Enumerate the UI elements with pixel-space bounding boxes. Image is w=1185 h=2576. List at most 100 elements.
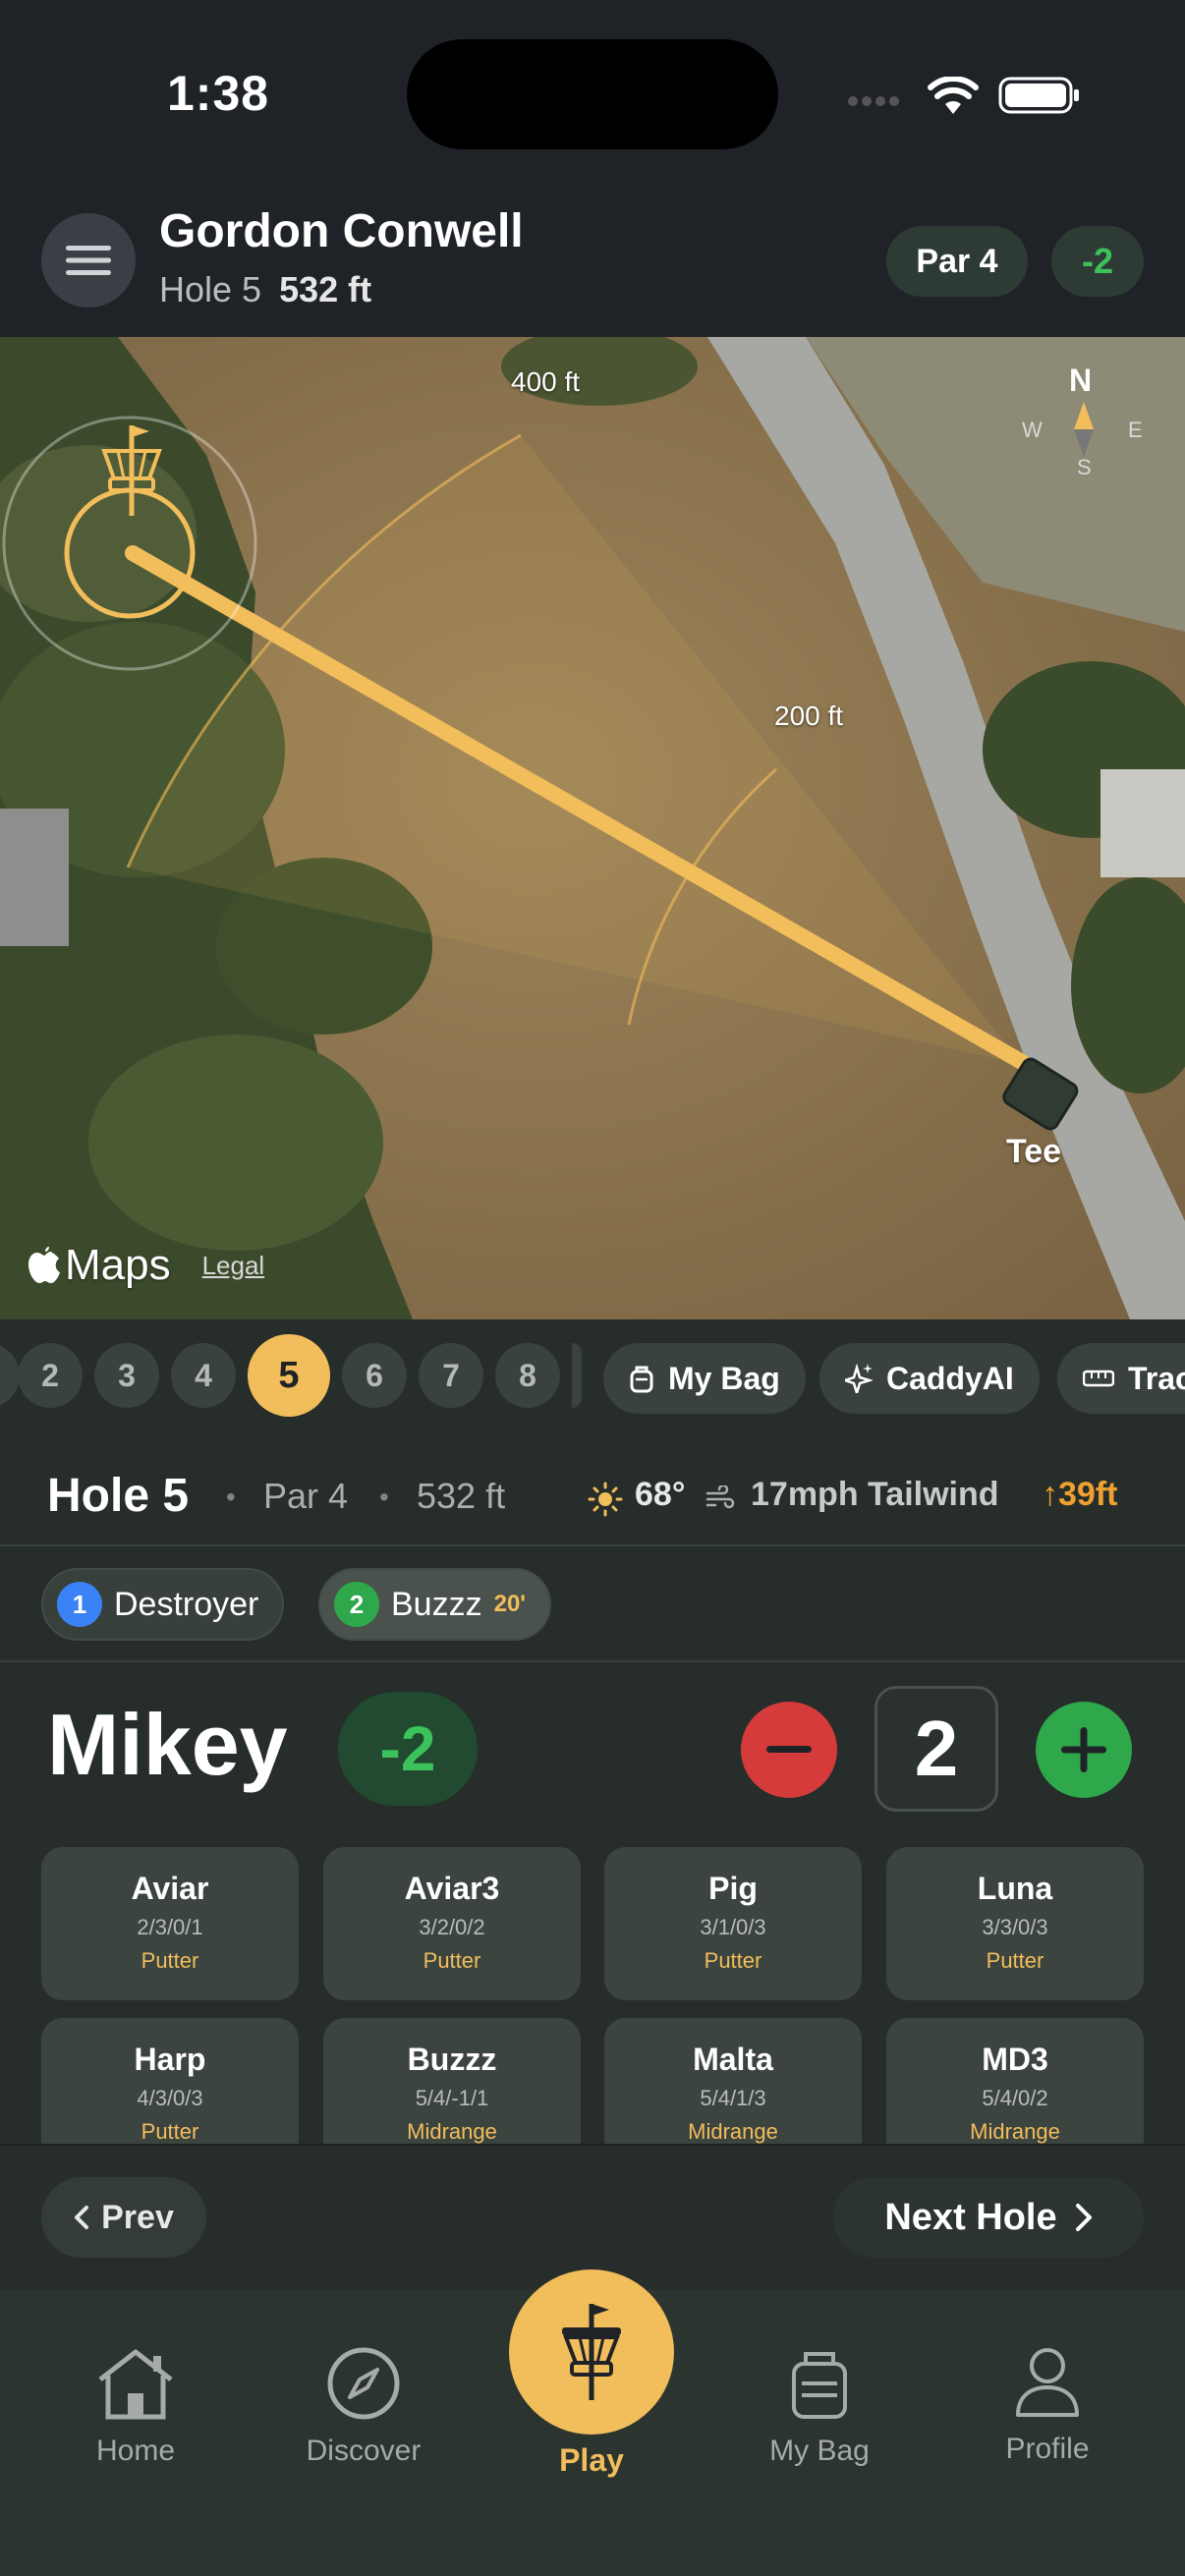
separator-dot: •	[379, 1482, 389, 1512]
disc-type: Midrange	[407, 2119, 497, 2144]
disc-type: Putter	[141, 1948, 199, 1973]
disc-card-md3[interactable]: MD3 5/4/0/2 Midrange	[886, 2018, 1144, 2144]
disc-type: Midrange	[970, 2119, 1060, 2144]
player-name: Mikey	[47, 1696, 288, 1793]
hole-subtitle: Hole 5 532 ft	[159, 269, 371, 310]
hole-button-3[interactable]: 3	[94, 1343, 159, 1408]
disc-type: Putter	[423, 1948, 481, 1973]
wifi-icon	[928, 76, 979, 121]
hole-info-par: Par 4	[263, 1476, 349, 1516]
sun-icon	[588, 1482, 623, 1522]
compass-icon	[327, 2347, 400, 2420]
chevron-right-icon	[1075, 2204, 1092, 2231]
hole-button-4[interactable]: 4	[171, 1343, 236, 1408]
tab-profile-label: Profile	[1005, 2433, 1090, 2465]
compass-west: W	[1022, 418, 1043, 442]
disc-flight: 2/3/0/1	[137, 1915, 203, 1939]
increment-stroke-button[interactable]	[1036, 1702, 1132, 1798]
tab-my-bag-label: My Bag	[769, 2435, 870, 2467]
tab-play[interactable]	[509, 2269, 674, 2435]
disc-flight: 3/2/0/2	[419, 1915, 485, 1939]
disc-card-aviar3[interactable]: Aviar3 3/2/0/2 Putter	[323, 1847, 581, 2000]
disc-name: Buzzz	[407, 2042, 497, 2077]
par-badge: Par 4	[886, 226, 1028, 297]
tab-discover-label: Discover	[306, 2435, 422, 2467]
throw-chip-1[interactable]: 1 Destroyer	[41, 1568, 285, 1641]
disc-type: Putter	[704, 1948, 762, 1973]
plus-icon	[1061, 1727, 1106, 1772]
tee-label: Tee	[1006, 1133, 1062, 1170]
compass-needle-icon	[1074, 402, 1094, 457]
hamburger-icon	[66, 246, 111, 275]
maps-attribution: Maps Legal	[28, 1241, 264, 1290]
disc-type: Midrange	[688, 2119, 778, 2144]
throw-number-badge: 1	[57, 1582, 102, 1627]
throw-number-badge: 2	[334, 1582, 379, 1627]
course-name: Gordon Conwell	[159, 205, 524, 257]
apple-logo-icon	[28, 1247, 60, 1283]
maps-wordmark: Maps	[65, 1241, 171, 1289]
disc-card-luna[interactable]: Luna 3/3/0/3 Putter	[886, 1847, 1144, 2000]
hole-button-1[interactable]	[0, 1343, 20, 1408]
hole-info-title: Hole 5	[47, 1470, 190, 1522]
compass-east: E	[1128, 418, 1143, 442]
tab-home-label: Home	[95, 2435, 176, 2467]
caddy-ai-chip[interactable]: CaddyAI	[819, 1343, 1040, 1414]
disc-name: Malta	[693, 2042, 773, 2077]
disc-card-aviar[interactable]: Aviar 2/3/0/1 Putter	[41, 1847, 299, 2000]
my-bag-chip[interactable]: My Bag	[603, 1343, 806, 1414]
menu-button[interactable]	[41, 213, 136, 308]
signal-icon	[847, 94, 906, 108]
disc-flight: 5/4/-1/1	[415, 2086, 489, 2110]
person-icon	[1016, 2348, 1079, 2417]
hole-selector-strip[interactable]: 2 3 4 5 6 7 8 My Bag CaddyAI Trac	[0, 1319, 1185, 1435]
satellite-map	[0, 337, 1185, 1319]
disc-card-buzzz[interactable]: Buzzz 5/4/-1/1 Midrange	[323, 2018, 581, 2144]
throw-chip-2[interactable]: 2 Buzzz 20'	[318, 1568, 551, 1641]
course-map[interactable]: 400 ft 200 ft Tee N W E S Maps Legal	[0, 337, 1185, 1319]
bag-icon	[792, 2352, 847, 2419]
home-icon	[98, 2349, 173, 2420]
distance-label-200: 200 ft	[774, 700, 844, 731]
tab-my-bag[interactable]: My Bag	[721, 2289, 918, 2468]
disc-card-harp[interactable]: Harp 4/3/0/3 Putter	[41, 2018, 299, 2144]
hole-button-6[interactable]: 6	[342, 1343, 407, 1408]
hole-label: Hole 5	[159, 269, 262, 309]
battery-icon	[998, 75, 1081, 121]
disc-type: Putter	[986, 1948, 1044, 1973]
throw-distance: 20'	[493, 1591, 526, 1617]
chevron-left-icon	[75, 2206, 89, 2229]
disc-flight: 3/3/0/3	[982, 1915, 1048, 1939]
temperature: 68°	[635, 1476, 686, 1513]
wind-readout: 17mph Tailwind	[751, 1476, 999, 1513]
tab-profile[interactable]: Profile	[949, 2289, 1146, 2466]
tab-discover[interactable]: Discover	[265, 2289, 462, 2468]
hole-button-5[interactable]: 5	[248, 1334, 330, 1417]
disc-flight: 5/4/0/2	[982, 2086, 1048, 2110]
wind-icon	[705, 1484, 735, 1516]
hole-button-2[interactable]: 2	[18, 1343, 83, 1408]
hole-button-7[interactable]: 7	[419, 1343, 483, 1408]
disc-type: Putter	[141, 2119, 199, 2144]
disc-grid: Aviar 2/3/0/1 Putter Aviar3 3/2/0/2 Putter P…	[41, 1847, 1144, 2144]
legal-link[interactable]: Legal	[202, 1251, 265, 1281]
compass[interactable]: N W E S	[1012, 363, 1159, 479]
dynamic-island	[407, 39, 778, 149]
disc-name: Luna	[977, 1871, 1053, 1906]
distance-label-400: 400 ft	[511, 366, 581, 397]
hole-button-9[interactable]	[572, 1343, 582, 1408]
track-chip[interactable]: Trac	[1057, 1343, 1185, 1414]
bag-icon	[630, 1366, 653, 1393]
hole-button-8[interactable]: 8	[495, 1343, 560, 1408]
next-hole-button[interactable]: Next Hole	[833, 2177, 1144, 2258]
ruler-icon	[1083, 1370, 1114, 1387]
disc-card-malta[interactable]: Malta 5/4/1/3 Midrange	[604, 2018, 862, 2144]
disc-name: Harp	[134, 2042, 206, 2077]
total-score-badge: -2	[1051, 226, 1144, 297]
disc-card-pig[interactable]: Pig 3/1/0/3 Putter	[604, 1847, 862, 2000]
prev-hole-button[interactable]: Prev	[41, 2177, 206, 2258]
disc-name: Aviar3	[404, 1871, 500, 1906]
tab-home[interactable]: Home	[37, 2289, 234, 2468]
caddy-ai-chip-label: CaddyAI	[886, 1360, 1014, 1396]
decrement-stroke-button[interactable]	[741, 1702, 837, 1798]
